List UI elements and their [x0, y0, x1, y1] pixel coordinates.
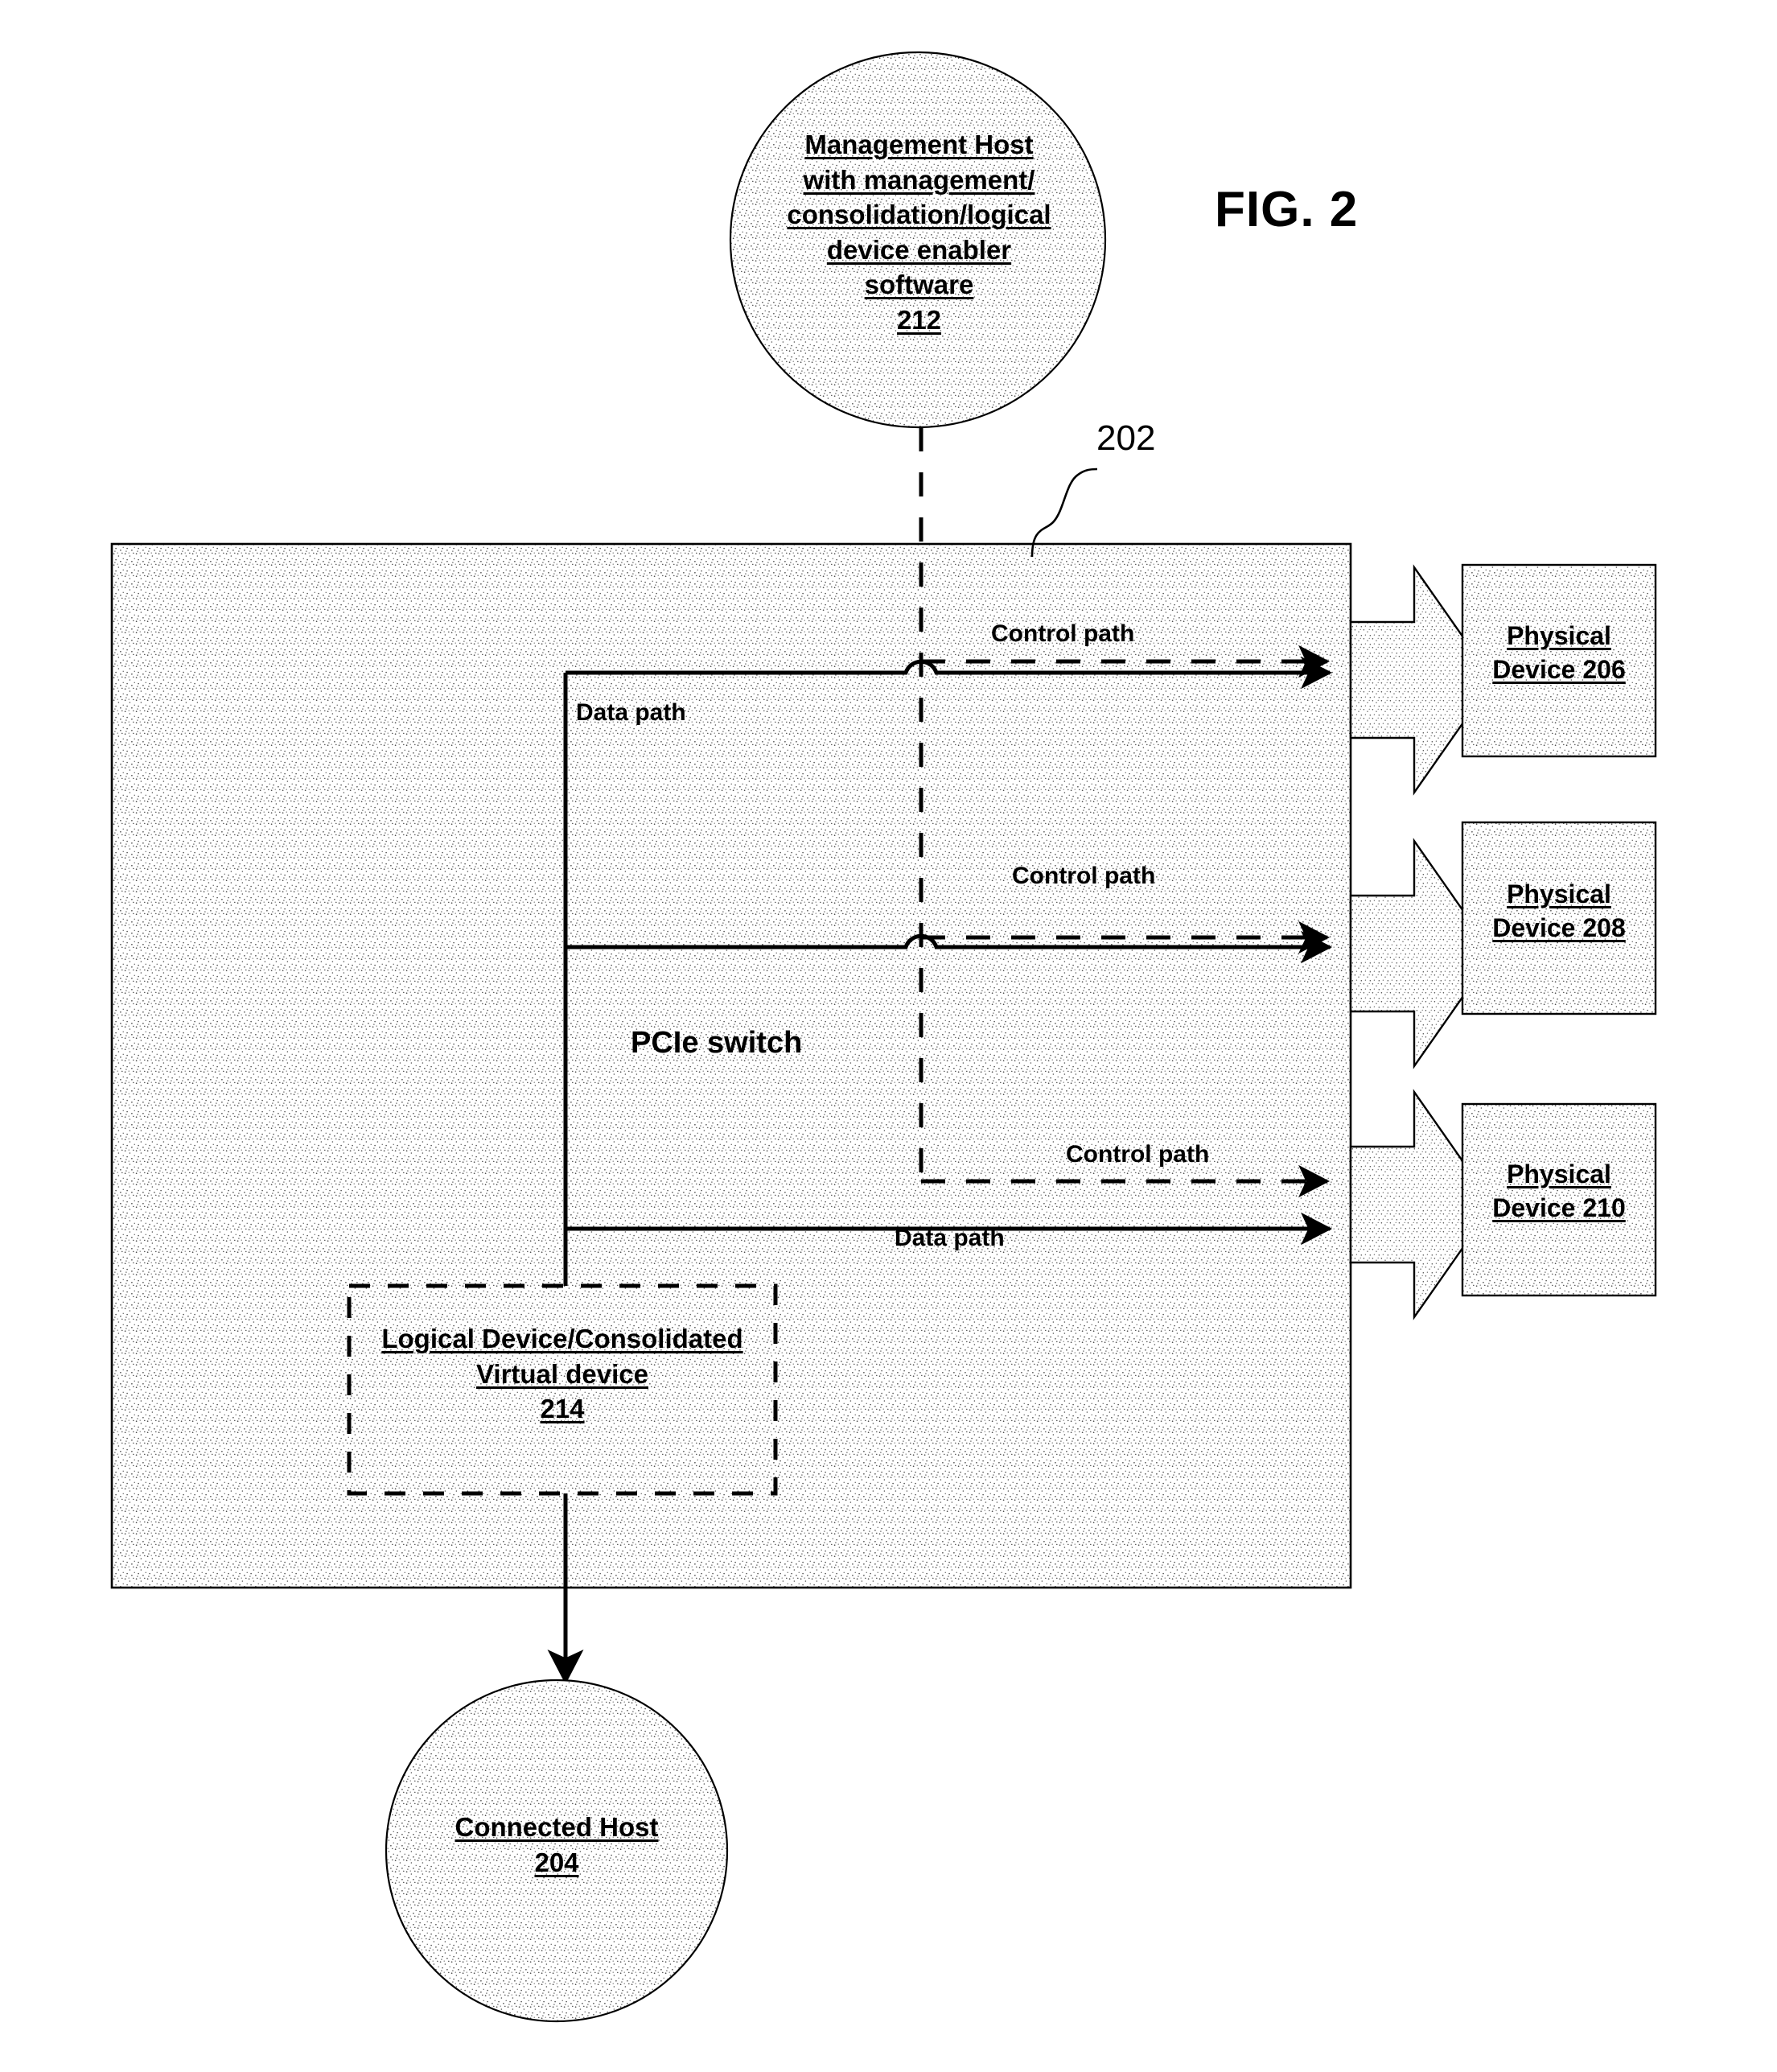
reference-callout-202: 202	[1096, 418, 1156, 458]
patent-figure-2: FIG. 2 202 Management Host with manageme…	[0, 0, 1777, 2072]
figure-vector-canvas	[110, 51, 1657, 2023]
control-path-2-label: Control path	[1012, 863, 1156, 889]
control-path-1-label: Control path	[991, 620, 1135, 647]
pcie-switch-label: PCIe switch	[631, 1026, 803, 1060]
figure-label: FIG. 2	[1215, 182, 1359, 237]
pcie-switch-enclosure-shape	[110, 542, 1352, 1589]
physical-device-210-box-shape	[1461, 1102, 1657, 1297]
connected-host-circle-shape	[385, 1679, 729, 2023]
data-path-1-label: Data path	[576, 699, 686, 726]
control-path-3-label: Control path	[1066, 1141, 1210, 1168]
physical-device-206-box-shape	[1461, 563, 1657, 758]
physical-device-208-box-shape	[1461, 821, 1657, 1015]
management-host-circle-shape	[729, 51, 1107, 429]
data-path-3-label: Data path	[895, 1225, 1005, 1251]
